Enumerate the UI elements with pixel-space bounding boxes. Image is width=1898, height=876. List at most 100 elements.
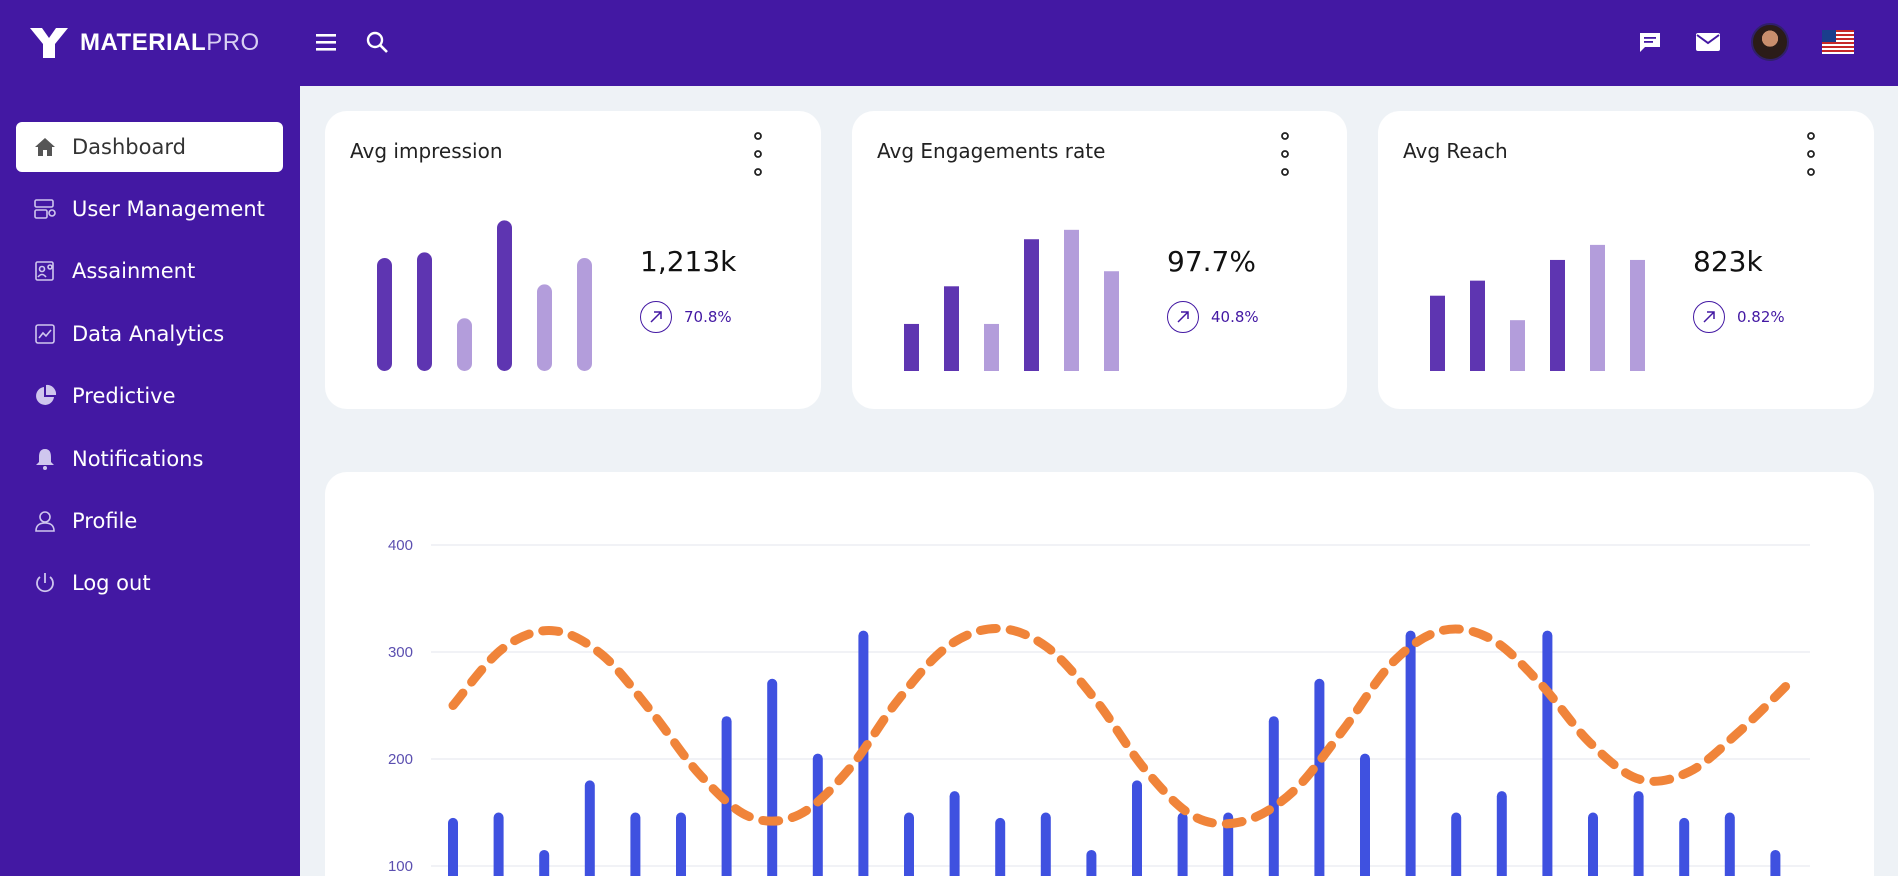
sidebar-item-dashboard[interactable]: Dashboard <box>16 122 283 172</box>
chart-bar <box>1064 229 1079 371</box>
more-options-icon[interactable] <box>1804 129 1818 179</box>
sidebar-item-notifications[interactable]: Notifications <box>16 434 283 484</box>
brand-name: MATERIALPRO <box>80 29 260 56</box>
sidebar-item-label: Data Analytics <box>72 322 225 346</box>
chart-bar <box>1430 295 1445 371</box>
sidebar-item-label: Profile <box>72 509 138 533</box>
chart-bar <box>1104 271 1119 371</box>
chart-bar <box>1588 812 1598 876</box>
sidebar-item-label: Assainment <box>72 259 196 283</box>
chart-bar <box>1542 630 1553 876</box>
main-chart: 100 200 300 400 <box>388 537 1810 876</box>
chart-bar <box>767 678 778 876</box>
bell-icon <box>32 446 58 472</box>
home-icon <box>32 134 58 160</box>
sidebar-item-log-out[interactable]: Log out <box>16 558 283 608</box>
more-options-icon[interactable] <box>1278 129 1292 179</box>
stat-change: 70.8% <box>640 301 732 333</box>
arrow-up-right-icon <box>640 301 672 333</box>
chart-bar <box>1040 812 1051 876</box>
y-tick-label: 400 <box>388 537 413 554</box>
chart-bar <box>1550 259 1565 371</box>
chart-bar <box>497 220 512 371</box>
stat-change: 40.8% <box>1167 301 1259 333</box>
y-tick-label: 200 <box>388 751 413 768</box>
sidebar: Dashboard User Management Assainment Dat… <box>0 86 300 876</box>
main-chart-card: 100 200 300 400 <box>325 472 1874 876</box>
chart-bar <box>904 323 919 371</box>
chart-bar <box>539 849 550 876</box>
stat-title: Avg Engagements rate <box>877 139 1106 163</box>
chart-bar <box>904 812 914 876</box>
chart-bar <box>1679 817 1690 876</box>
assignment-icon <box>32 258 58 284</box>
chart-bar <box>630 812 641 876</box>
y-tick-label: 300 <box>388 644 413 661</box>
brand-logo[interactable]: MATERIALPRO <box>28 26 260 60</box>
sidebar-item-label: Notifications <box>72 447 204 471</box>
chart-bar <box>577 258 592 371</box>
chart-bar <box>1268 716 1279 876</box>
chart-bar <box>1630 259 1645 371</box>
mini-bar-chart <box>1430 244 1645 371</box>
chart-bar <box>949 791 960 876</box>
chart-bar <box>417 252 432 371</box>
chart-bar <box>995 817 1006 876</box>
chart-line <box>448 623 1793 829</box>
stat-title: Avg Reach <box>1403 139 1508 163</box>
logo-icon <box>30 28 68 58</box>
menu-icon[interactable] <box>312 28 340 56</box>
chart-bar <box>1405 630 1416 876</box>
chart-bar <box>493 812 504 876</box>
sidebar-item-predictive[interactable]: Predictive <box>16 371 283 421</box>
sidebar-item-label: Predictive <box>72 384 176 408</box>
chart-bar <box>1132 780 1142 876</box>
chart-bar <box>1314 678 1325 876</box>
more-options-icon[interactable] <box>751 129 765 179</box>
chart-bar <box>584 780 595 876</box>
user-management-icon <box>32 196 58 222</box>
stat-change: 0.82% <box>1693 301 1785 333</box>
sidebar-item-data-analytics[interactable]: Data Analytics <box>16 309 283 359</box>
chart-bar <box>984 323 999 371</box>
stat-card-avg-impression: Avg impression 1,213k 70.8% <box>325 111 821 409</box>
chart-bar <box>944 286 959 371</box>
stat-card-avg-reach: Avg Reach 823k 0.82% <box>1378 111 1874 409</box>
sidebar-item-label: Log out <box>72 571 151 595</box>
chart-bar <box>1633 791 1644 876</box>
mini-bar-chart <box>377 220 592 371</box>
chart-bar <box>1177 812 1188 876</box>
chart-bar <box>1510 320 1525 371</box>
stat-change-value: 0.82% <box>1737 308 1785 326</box>
mini-bar-chart <box>904 229 1119 371</box>
mail-icon[interactable] <box>1694 28 1722 56</box>
stat-title: Avg impression <box>350 139 503 163</box>
sidebar-item-profile[interactable]: Profile <box>16 496 283 546</box>
pie-chart-icon <box>32 383 58 409</box>
chart-bar <box>537 284 552 371</box>
stat-change-value: 70.8% <box>684 308 732 326</box>
stat-change-value: 40.8% <box>1211 308 1259 326</box>
user-avatar[interactable] <box>1751 23 1789 61</box>
chart-bar <box>1496 791 1507 876</box>
power-icon <box>32 570 58 596</box>
chart-bar <box>1590 244 1605 371</box>
chart-bar <box>1470 280 1485 371</box>
top-bar: MATERIALPRO <box>0 0 1898 86</box>
chart-bar <box>1451 812 1462 876</box>
chart-bar <box>1024 239 1039 371</box>
sidebar-item-label: User Management <box>72 197 265 221</box>
profile-icon <box>32 508 58 534</box>
stat-card-avg-engagements: Avg Engagements rate 97.7% 40.8% <box>852 111 1347 409</box>
chart-bar <box>1770 849 1781 876</box>
chat-icon[interactable] <box>1636 28 1664 56</box>
search-icon[interactable] <box>363 28 391 56</box>
chart-bar <box>457 318 472 371</box>
chart-bar <box>1086 849 1097 876</box>
us-flag-icon[interactable] <box>1822 30 1854 54</box>
analytics-icon <box>32 321 58 347</box>
sidebar-item-user-management[interactable]: User Management <box>16 184 283 234</box>
chart-bar <box>812 753 823 876</box>
sidebar-item-assainment[interactable]: Assainment <box>16 246 283 296</box>
arrow-up-right-icon <box>1693 301 1725 333</box>
